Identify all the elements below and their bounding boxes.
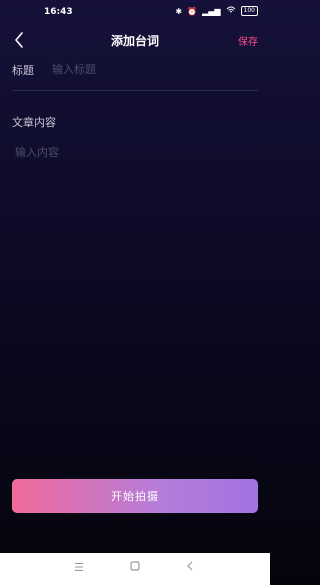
system-navigation-bar: ☰ — [0, 553, 270, 585]
status-bar: 16:43 ✱ ⏰ ▂▄▆ 100 — [0, 0, 270, 22]
start-recording-button[interactable]: 开始拍摄 — [12, 479, 258, 513]
title-field-row: 标题 — [12, 60, 258, 91]
battery-icon: 100 — [240, 6, 258, 16]
page-title: 添加台词 — [110, 34, 159, 48]
content-input[interactable] — [15, 144, 255, 444]
status-icons: ✱ ⏰ ▂▄▆ 100 — [175, 6, 258, 16]
menu-icon[interactable]: ☰ — [74, 561, 84, 574]
home-icon[interactable] — [130, 561, 140, 574]
status-time: 16:43 — [44, 7, 73, 17]
alarm-icon: ⏰ — [187, 6, 198, 16]
signal-icon: ▂▄▆ — [202, 6, 221, 16]
back-arrow-icon[interactable] — [12, 30, 28, 50]
wifi-icon — [226, 6, 236, 16]
nav-bar: 添加台词 保存 — [0, 26, 270, 54]
title-input[interactable] — [52, 60, 242, 78]
save-button[interactable]: 保存 — [238, 33, 258, 48]
content-label: 文章内容 — [12, 116, 56, 129]
title-label: 标题 — [12, 64, 34, 77]
back-icon[interactable] — [186, 561, 194, 574]
bluetooth-icon: ✱ — [175, 6, 183, 16]
